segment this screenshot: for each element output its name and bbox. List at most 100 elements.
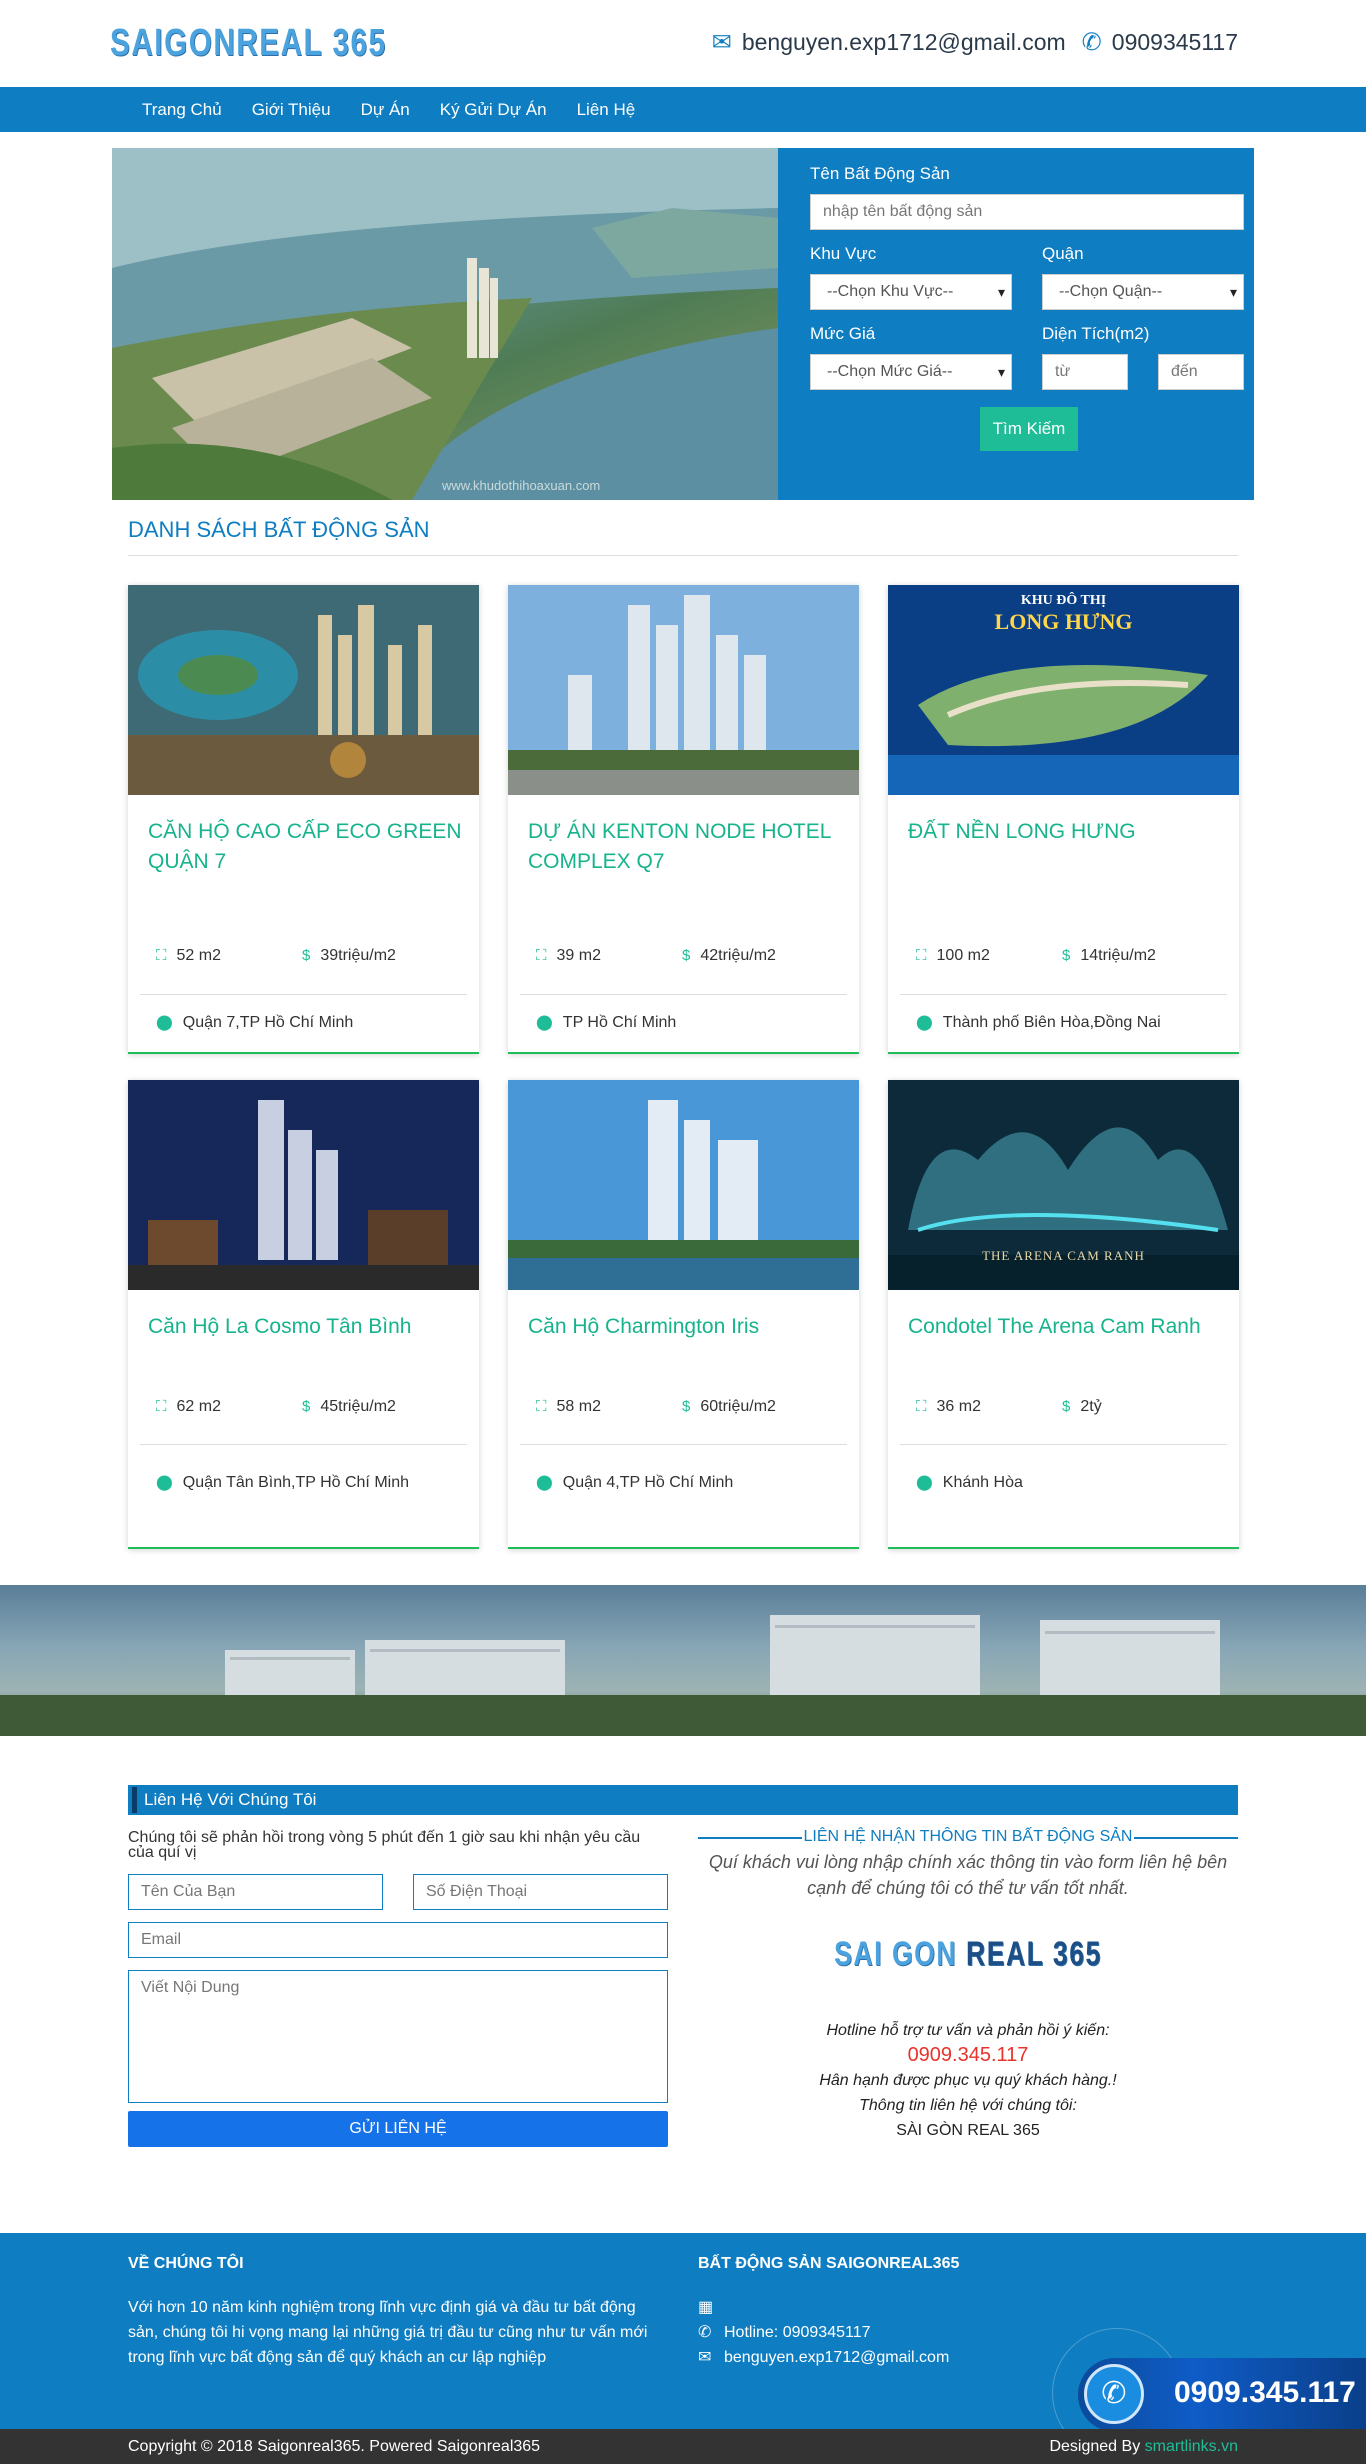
footer-hotline[interactable]: Hotline: 0909345117 xyxy=(724,2324,871,2341)
header-phone[interactable]: 0909345117 xyxy=(1112,29,1238,56)
search-button[interactable]: Tìm Kiếm xyxy=(980,407,1078,451)
phone-input[interactable]: Số Điện Thoại xyxy=(413,1874,668,1910)
name-label: Tên Bất Động Sản xyxy=(810,164,950,183)
listing-title[interactable]: ĐẤT NỀN LONG HƯNG xyxy=(908,817,1228,847)
contact-info-panel: LIÊN HỆ NHẬN THÔNG TIN BẤT ĐỘNG SẢN Quí … xyxy=(698,1826,1238,2143)
listing-card[interactable]: Căn Hộ La Cosmo Tân Bình ⛶ 62 m2 $45triệu… xyxy=(128,1080,479,1549)
area-label: Diện Tích(m2) xyxy=(1042,324,1150,343)
listing-image[interactable] xyxy=(508,1080,859,1290)
nav-item-consign[interactable]: Ký Gửi Dự Án xyxy=(440,87,547,132)
listing-location: TP Hồ Chí Minh xyxy=(562,1014,677,1031)
hero-watermark: www.khudothihoaxuan.com xyxy=(442,478,601,493)
listing-location: Quận 7,TP Hồ Chí Minh xyxy=(182,1014,354,1031)
expand-icon: ⛶ xyxy=(916,947,927,964)
phone-icon: ✆ xyxy=(1081,29,1102,56)
listing-image[interactable] xyxy=(128,1080,479,1290)
dollar-icon: $ xyxy=(1062,1398,1071,1415)
listing-card[interactable]: CĂN HỘ CAO CẤP ECO GREEN QUẬN 7 ⛶ 52 m2 $… xyxy=(128,585,479,1054)
listing-title[interactable]: Condotel The Arena Cam Ranh xyxy=(908,1312,1228,1342)
footer-company-heading: BẤT ĐỘNG SẢN SAIGONREAL365 xyxy=(698,2255,960,2272)
building-icon: ▦ xyxy=(698,2299,714,2316)
listing-title[interactable]: DỰ ÁN KENTON NODE HOTEL COMPLEX Q7 xyxy=(528,817,848,877)
hero-search-section: www.khudothihoaxuan.com Tên Bất Động Sản… xyxy=(112,148,1254,500)
listing-price: 39triệu/m2 xyxy=(320,947,396,964)
listings-heading: DANH SÁCH BẤT ĐỘNG SẢN xyxy=(128,517,1238,556)
listing-image[interactable] xyxy=(128,585,479,795)
image-caption-title: KHU ĐÔ THỊ xyxy=(1020,593,1107,608)
listing-location: Khánh Hòa xyxy=(942,1474,1023,1491)
logo-text: SAIGONREAL 365 xyxy=(110,22,387,64)
region-label: Khu Vực xyxy=(810,244,877,263)
listing-area: 58 m2 xyxy=(556,1398,601,1415)
map-marker-icon: ⬤ xyxy=(916,1014,933,1031)
listing-image[interactable]: KHU ĐÔ THỊ LONG HƯNG xyxy=(888,585,1239,795)
listing-area: 100 m2 xyxy=(936,947,990,964)
area-to-input[interactable]: đến xyxy=(1158,354,1244,390)
send-contact-button[interactable]: GỬI LIÊN HỆ xyxy=(128,2111,668,2147)
listing-card[interactable]: THE ARENA CAM RANH Condotel The Arena Ca… xyxy=(888,1080,1239,1549)
envelope-icon: ✉ xyxy=(711,29,732,56)
image-caption-sub: LONG HƯNG xyxy=(994,609,1133,634)
dollar-icon: $ xyxy=(302,947,311,964)
image-caption-title: THE ARENA CAM RANH xyxy=(982,1248,1145,1263)
listing-location: Quận Tân Bình,TP Hồ Chí Minh xyxy=(182,1474,409,1491)
listing-card[interactable]: Căn Hộ Charmington Iris ⛶ 58 m2 $60triệu/… xyxy=(508,1080,859,1549)
floating-hotline-button[interactable]: ✆ 0909.345.117 xyxy=(1078,2358,1366,2432)
listing-title[interactable]: Căn Hộ La Cosmo Tân Bình xyxy=(148,1312,468,1342)
envelope-icon: ✉ xyxy=(698,2349,712,2366)
designer-credit: Designed By smartlinks.vn xyxy=(1049,2438,1238,2455)
map-marker-icon: ⬤ xyxy=(156,1014,173,1031)
listing-card[interactable]: KHU ĐÔ THỊ LONG HƯNG ĐẤT NỀN LONG HƯNG ⛶… xyxy=(888,585,1239,1054)
hotline-label: Hotline hỗ trợ tư vấn và phản hồi ý kiến… xyxy=(826,2022,1110,2039)
brand-logo: SAI GON REAL 365 xyxy=(834,1935,1102,1973)
expand-icon: ⛶ xyxy=(536,947,547,964)
map-marker-icon: ⬤ xyxy=(536,1014,553,1031)
dollar-icon: $ xyxy=(302,1398,311,1415)
dollar-icon: $ xyxy=(1062,947,1071,964)
listing-area: 39 m2 xyxy=(556,947,601,964)
footer-email[interactable]: benguyen.exp1712@gmail.com xyxy=(724,2349,949,2366)
listing-card[interactable]: DỰ ÁN KENTON NODE HOTEL COMPLEX Q7 ⛶ 39 m… xyxy=(508,585,859,1054)
site-header: SAIGONREAL 365 ✉ benguyen.exp1712@gmail.… xyxy=(0,0,1366,87)
listing-title[interactable]: Căn Hộ Charmington Iris xyxy=(528,1312,848,1342)
phone-icon: ✆ xyxy=(698,2324,712,2341)
copyright-bar: Copyright © 2018 Saigonreal365. Powered … xyxy=(0,2429,1366,2464)
district-label: Quận xyxy=(1042,244,1084,263)
price-select[interactable]: --Chọn Mức Giá-- xyxy=(810,354,1012,390)
designer-link[interactable]: smartlinks.vn xyxy=(1145,2438,1238,2455)
nav-item-contact[interactable]: Liên Hệ xyxy=(577,87,636,132)
hotline-number[interactable]: 0909.345.117 xyxy=(698,2043,1238,2068)
listing-price: 60triệu/m2 xyxy=(700,1398,776,1415)
listing-location: Thành phố Biên Hòa,Đồng Nai xyxy=(942,1014,1161,1031)
listing-price: 45triệu/m2 xyxy=(320,1398,396,1415)
listing-image[interactable] xyxy=(508,585,859,795)
name-input[interactable]: Tên Của Bạn xyxy=(128,1874,383,1910)
footer-about-text: Với hơn 10 năm kinh nghiệm trong lĩnh vự… xyxy=(128,2299,648,2366)
region-select[interactable]: --Chọn Khu Vực-- xyxy=(810,274,1012,310)
expand-icon: ⛶ xyxy=(536,1398,547,1415)
message-textarea[interactable]: Viết Nội Dung xyxy=(128,1970,668,2103)
header-email[interactable]: benguyen.exp1712@gmail.com xyxy=(742,29,1066,56)
listing-area: 62 m2 xyxy=(176,1398,221,1415)
search-form: Tên Bất Động Sản nhập tên bất động sản K… xyxy=(798,148,1254,500)
expand-icon: ⛶ xyxy=(916,1398,927,1415)
district-select[interactable]: --Chọn Quận-- xyxy=(1042,274,1244,310)
listing-image[interactable]: THE ARENA CAM RANH xyxy=(888,1080,1239,1290)
welcome-text: Hân hạnh được phục vụ quý khách hàng.! xyxy=(819,2072,1117,2089)
phone-icon: ✆ xyxy=(1084,2364,1144,2424)
nav-item-about[interactable]: Giới Thiệu xyxy=(252,87,331,132)
listing-title[interactable]: CĂN HỘ CAO CẤP ECO GREEN QUẬN 7 xyxy=(148,817,468,877)
expand-icon: ⛶ xyxy=(156,1398,167,1415)
map-marker-icon: ⬤ xyxy=(916,1474,933,1491)
company-name: SÀI GÒN REAL 365 xyxy=(896,2122,1040,2139)
promo-banner-image xyxy=(0,1585,1366,1736)
nav-item-home[interactable]: Trang Chủ xyxy=(142,87,222,132)
map-marker-icon: ⬤ xyxy=(156,1474,173,1491)
area-from-input[interactable]: từ xyxy=(1042,354,1128,390)
expand-icon: ⛶ xyxy=(156,947,167,964)
contact-info-label: Thông tin liên hệ với chúng tôi: xyxy=(859,2097,1077,2114)
email-input[interactable]: Email xyxy=(128,1922,668,1958)
site-logo[interactable]: SAIGONREAL 365 xyxy=(110,0,432,87)
property-name-input[interactable]: nhập tên bất động sản xyxy=(810,194,1244,230)
nav-item-projects[interactable]: Dự Án xyxy=(361,87,410,132)
